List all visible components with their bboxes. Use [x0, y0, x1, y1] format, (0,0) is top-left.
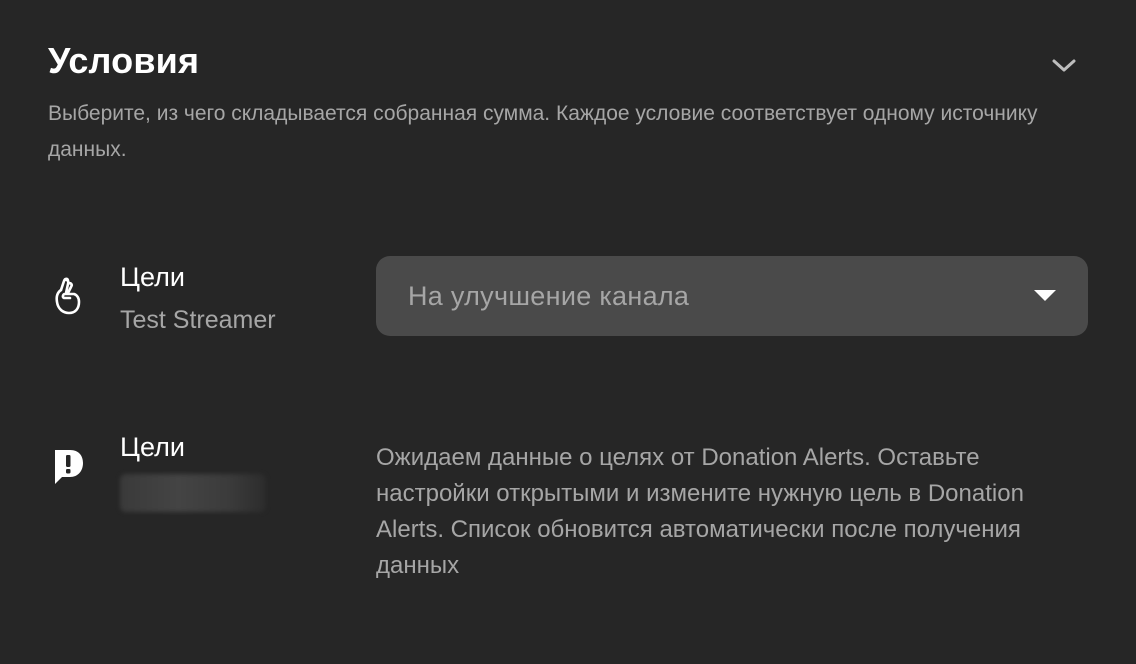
goal-select[interactable]: На улучшение канала [376, 256, 1088, 336]
goal-select-value: На улучшение канала [408, 280, 690, 311]
section-description: Выберите, из чего складывается собранная… [48, 102, 1038, 161]
condition-title: Цели [120, 262, 185, 292]
donation-alerts-icon [48, 446, 88, 486]
chevron-down-icon [1052, 59, 1076, 72]
waiting-info-text: Ожидаем данные о целях от Donation Alert… [376, 444, 1024, 579]
condition-subtitle: Test Streamer [120, 306, 276, 334]
caret-down-icon [1034, 290, 1056, 301]
hand-gesture-icon [48, 276, 88, 316]
collapse-button[interactable] [1044, 50, 1084, 82]
blurred-subtitle [120, 474, 266, 512]
condition-title: Цели [120, 432, 185, 462]
section-title: Условия [48, 40, 200, 81]
